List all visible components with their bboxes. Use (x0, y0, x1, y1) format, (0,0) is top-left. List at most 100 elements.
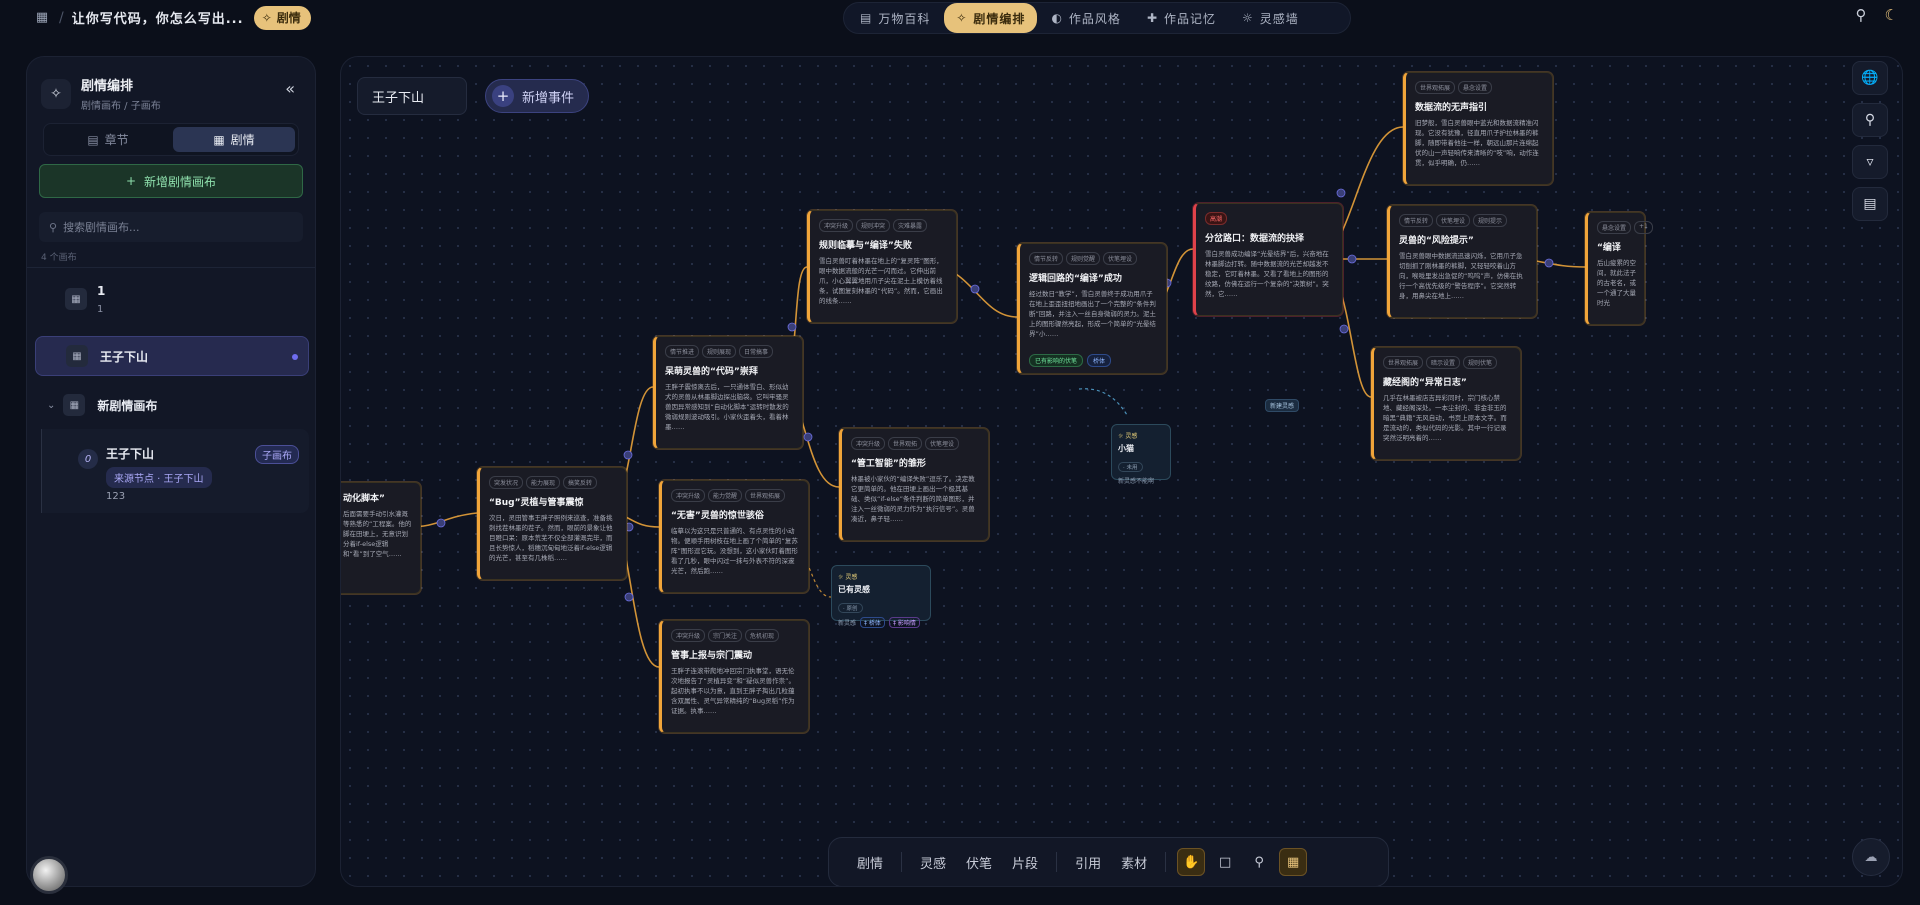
globe-icon[interactable]: 🌐 (1852, 61, 1888, 95)
sidebar-segment: ▤ 章节 ▦ 剧情 (43, 123, 299, 156)
plot-node[interactable]: 冲突升级 世界观拓 伏笔埋设 “管工智能”的雏形 林墨被小家伙的“编译失败”逗乐了。… (839, 428, 989, 541)
tab-style[interactable]: ◐ 作品风格 (1039, 5, 1133, 31)
hand-tool-icon[interactable]: ✋ (1177, 848, 1206, 876)
edge-handle (624, 592, 634, 602)
node-tag: 宗门关注 (708, 629, 743, 642)
plot-node[interactable]: 动化脚本” 后面需要手动引水灌溉等熟悉的“工程案。他的脚在田埂上，无意识划分着i… (341, 482, 421, 594)
plot-node[interactable]: 世界观拓展 暗示设置 规则伏笔 藏经阁的“异常日志” 几乎在林墨被店吉异彩同时，宗门… (1371, 347, 1521, 460)
node-title: 呆萌灵兽的“代码”崇拜 (665, 367, 758, 377)
node-title: “管工智能”的雏形 (851, 459, 926, 469)
sub-canvas-source: 来源节点 · 王子下山 (106, 467, 212, 488)
plot-node[interactable]: 情节反转 规则觉醒 伏笔埋设 逻辑回路的“编译”成功 经过数日“教学”，雪白灵兽终于… (1017, 243, 1167, 374)
tab-label: 万物百科 (878, 11, 931, 26)
avatar[interactable] (30, 856, 68, 894)
canvas-name-field[interactable]: 王子下山 (357, 77, 467, 115)
edge-handle (1336, 188, 1346, 198)
edge-handle (803, 432, 813, 442)
plot-node[interactable]: 世界观拓展 悬念设置 数据流的无声指引 旧梦般，雪白灵兽眼中蓝光和数据流精准闪现。… (1403, 72, 1553, 185)
idea-type: ☼ 灵感 (1118, 431, 1164, 440)
canvas-search-input[interactable] (63, 220, 284, 234)
grid-icon[interactable]: ▦ (1279, 848, 1308, 876)
chevron-down-icon[interactable]: ⌄ (47, 400, 55, 411)
idea-foot: 新灵感 ‡ 桥体 ‡ 影响情 (838, 617, 924, 628)
node-tag: 悬念设置 (1458, 81, 1493, 94)
sidebar-subtitle: 剧情画布 / 子画布 (81, 101, 161, 112)
document-title[interactable]: 让你写代码，你怎么写出... (72, 8, 250, 27)
document-icon[interactable]: ▤ (1852, 187, 1888, 221)
tab-inspiration-wall[interactable]: ☼ 灵感墙 (1230, 5, 1311, 31)
filter-icon[interactable]: ▿ (1852, 145, 1888, 179)
search-icon[interactable]: ⚲ (1245, 848, 1273, 876)
node-title: 藏经阁的“异常日志” (1383, 378, 1467, 388)
sub-canvas-badge: 子画布 (255, 445, 299, 464)
sidebar-header: ✧ 剧情编排 剧情画布 / 子画布 (41, 75, 161, 112)
seg-plot[interactable]: ▦ 剧情 (173, 127, 295, 152)
node-tag: 情节推进 (665, 345, 700, 358)
top-bar-left: ▦ / 让你写代码，你怎么写出... ✧ 剧情 (31, 3, 311, 32)
node-tag: 搞笑反转 (563, 476, 598, 489)
idea-card[interactable]: ☼ 灵感 小猫 · 未用 新灵感不能啊 (1111, 424, 1171, 485)
seg-label: 剧情 (230, 133, 255, 147)
node-tag: 规则展现 (702, 345, 737, 358)
bottom-item-plot[interactable]: 剧情 (847, 853, 893, 872)
sub-canvas-desc: 123 (106, 491, 126, 502)
plot-node[interactable]: 高潮 分岔路口：数据流的抉择 雪白灵兽成功编译“光晕结界”后，兴奋地在林墨脚边打… (1193, 203, 1343, 316)
plot-node[interactable]: 冲突升级 规则冲突 灾难暴露 规则临摹与“编译”失败 雪白灵兽盯着林墨在地上的“复灵… (807, 210, 957, 323)
plot-node[interactable]: 悬念设置 +1 “编译 后山疲累的空间，就此法子的古老名，或一个通了大量时光 (1585, 212, 1653, 325)
tab-memory[interactable]: ✚ 作品记忆 (1135, 5, 1228, 31)
collapse-sidebar-icon[interactable]: « (285, 79, 295, 98)
seg-chapters[interactable]: ▤ 章节 (47, 127, 169, 152)
node-badge: 已有影响的伏笔 (1029, 354, 1084, 367)
drag-label: 新建灵感 (1265, 399, 1300, 412)
tab-plot[interactable]: ✧ 剧情编排 (944, 3, 1038, 33)
plot-canvas[interactable]: 王子下山 + 新增事件 动化脚本” 后面需要手动引水灌溉等熟悉的“工程案。他的脚… (340, 56, 1903, 887)
node-title: 分岔路口：数据流的抉择 (1205, 234, 1305, 244)
bottom-item-fragment[interactable]: 片段 (1002, 853, 1048, 872)
library-icon[interactable]: ▦ (31, 7, 53, 29)
plot-node[interactable]: 冲突升级 能力觉醒 世界观拓展 “无害”灵兽的惊世骇俗 临摹以为这只是只普通的、有点… (659, 480, 809, 593)
calendar-icon: ▦ (66, 345, 88, 367)
search-icon: ⚲ (49, 220, 58, 234)
active-dot (292, 354, 298, 360)
bottom-item-reference[interactable]: 引用 (1065, 853, 1111, 872)
bottom-item-foreshadow[interactable]: 伏笔 (956, 853, 1002, 872)
plot-node[interactable]: 情节推进 规则展现 日常搞事 呆萌灵兽的“代码”崇拜 王胖子震惊离去后，一只通体雪白… (653, 336, 803, 449)
bottom-item-material[interactable]: 素材 (1111, 853, 1157, 872)
node-tag: 情节反转 (1399, 214, 1434, 227)
sub-canvas-index: 0 (78, 449, 98, 469)
search-icon[interactable]: ⚲ (1852, 103, 1888, 137)
top-bar-right: ⚲ ☾ (1856, 6, 1898, 24)
plot-node[interactable]: 突发状况 能力展现 搞笑反转 “Bug”灵植与管事震惊 次日，灵田管事王胖子照例来巡… (477, 467, 627, 580)
canvas-list-item-expandable[interactable]: ⌄ ▦ 新剧情画布 (35, 387, 309, 423)
edge-handle (1347, 254, 1357, 264)
sub-canvas-name: 王子下山 (106, 447, 155, 461)
idea-title: 已有灵感 (838, 585, 870, 594)
idea-card[interactable]: ☼ 灵感 已有灵感 · 原创 新灵感 ‡ 桥体 ‡ 影响情 (831, 565, 931, 628)
new-canvas-button[interactable]: + 新增剧情画布 (39, 164, 303, 198)
node-tag: 突发状况 (489, 476, 524, 489)
select-tool-icon[interactable]: □ (1211, 848, 1239, 876)
sub-canvas-item[interactable]: 0 王子下山 子画布 来源节点 · 王子下山 123 (41, 429, 309, 513)
plot-chip[interactable]: ✧ 剧情 (253, 5, 311, 30)
canvas-list-item-active[interactable]: ▦ 王子下山 (35, 336, 309, 376)
search-icon[interactable]: ⚲ (1856, 6, 1867, 24)
canvas-item-name: 王子下山 (100, 349, 149, 364)
assistant-icon[interactable]: ☁ (1852, 838, 1890, 876)
plus-icon: + (492, 85, 514, 107)
divider (901, 852, 903, 872)
canvas-bottom-bar: 剧情 灵感 伏笔 片段 引用 素材 ✋ □ ⚲ ▦ (828, 837, 1389, 886)
breadcrumb-separator: / (59, 9, 64, 26)
tab-encyclopedia[interactable]: ▤ 万物百科 (848, 5, 942, 31)
node-tag: 高潮 (1205, 212, 1228, 225)
canvas-list-item[interactable]: ▦ 1 1 (35, 275, 309, 323)
idea-type-label: 灵感 (1125, 433, 1138, 440)
plot-node[interactable]: 情节反转 伏笔埋设 规则提示 灵兽的“风险提示” 雪白灵兽眼中数据流迅速闪烁，它用爪… (1387, 205, 1537, 318)
canvas-right-toolbar: 🌐 ⚲ ▿ ▤ (1852, 61, 1888, 221)
node-body: 临摹以为这只是只普通的、有点灵性的小动物。便顺手用树枝在地上画了个简单的“复苏阵… (671, 527, 798, 576)
bottom-item-inspiration[interactable]: 灵感 (910, 853, 956, 872)
plot-node[interactable]: 冲突升级 宗门关注 危机初现 管事上报与宗门震动 王胖子连滚带爬地冲回宗门执事堂，语… (659, 620, 809, 733)
add-event-button[interactable]: + 新增事件 (485, 79, 589, 113)
moon-icon[interactable]: ☾ (1885, 6, 1898, 24)
tab-label: 作品风格 (1068, 11, 1121, 26)
node-tag: 冲突升级 (671, 489, 706, 502)
